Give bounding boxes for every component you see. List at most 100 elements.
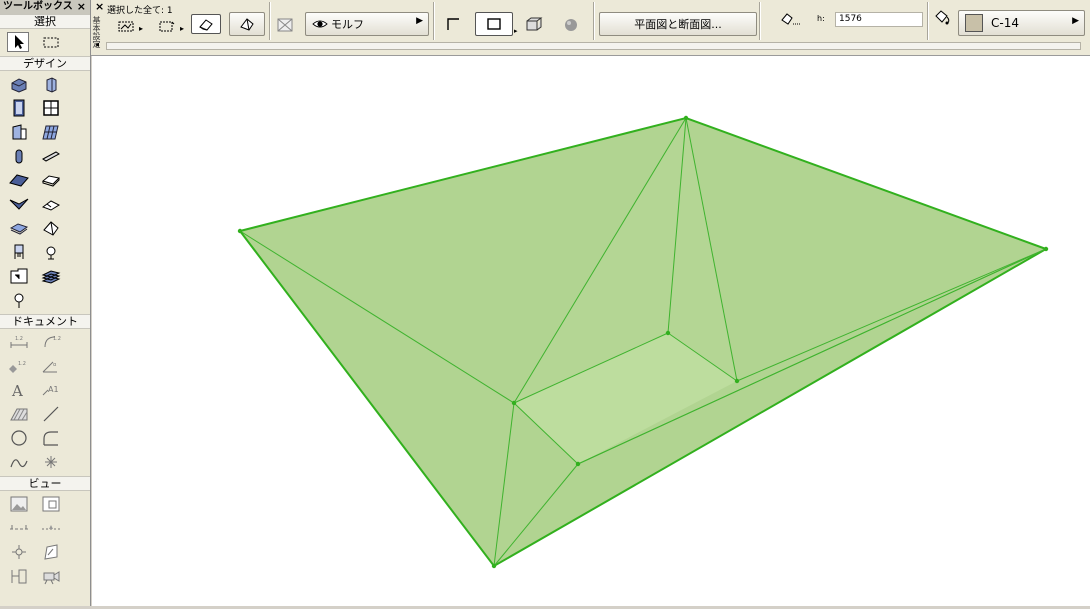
text-icon: A (11, 382, 23, 399)
box-3d-button[interactable] (523, 15, 545, 33)
toolbox-palette: ツールボックス × 選択 デザイン ドキュメント 1.2 1.2 1.2 α A… (0, 0, 91, 606)
svg-text:1.2: 1.2 (53, 336, 61, 342)
drawing-tool[interactable] (40, 494, 62, 514)
chair-icon (14, 244, 24, 259)
svg-text:1.2: 1.2 (15, 336, 23, 342)
zone-tool[interactable] (8, 266, 30, 286)
morph-layer-dropdown[interactable]: モルフ ▶ (305, 12, 429, 36)
morph-edit-mode-button[interactable] (191, 14, 221, 34)
stair-tool[interactable] (40, 194, 62, 214)
morph-vertex-handle[interactable] (237, 228, 243, 234)
slab-tool[interactable] (40, 170, 62, 190)
rectangle-icon (487, 18, 501, 30)
object-tool[interactable] (8, 122, 30, 142)
height-input[interactable]: 1576 (835, 12, 923, 27)
morph-3d-model[interactable] (92, 56, 1090, 606)
morph-settings-button[interactable] (229, 12, 265, 36)
text-tool[interactable]: A (8, 380, 30, 400)
label-icon: A1 (42, 385, 59, 396)
floor-plan-and-section-button[interactable]: 平面図と断面図... (599, 12, 757, 36)
column-cylinder-tool[interactable] (8, 146, 30, 166)
label-tool[interactable]: A1 (40, 380, 62, 400)
interior-elevation-tool[interactable] (8, 566, 30, 586)
eye-icon (312, 20, 328, 28)
beam-icon (42, 151, 60, 162)
figure-tool[interactable] (8, 494, 30, 514)
geometry-dropdown-arrow-icon[interactable]: ▸ (180, 24, 184, 33)
object-icon (12, 124, 27, 140)
window-tool[interactable] (40, 98, 62, 118)
stacked-slabs-icon (41, 270, 61, 284)
box-shape-button[interactable] (475, 12, 513, 36)
angle-dimension-tool[interactable]: α (40, 356, 62, 376)
layers-tool[interactable] (40, 266, 62, 286)
mesh-tool[interactable] (8, 218, 30, 238)
3d-view-canvas[interactable] (92, 56, 1090, 606)
shell-tool[interactable] (8, 194, 30, 214)
worksheet-tool[interactable] (40, 542, 62, 562)
level-dimension-tool[interactable]: 1.2 (8, 356, 30, 376)
camera-tool[interactable] (40, 566, 62, 586)
dropdown-arrow-icon: ▶ (416, 16, 423, 26)
box-shape-arrow-icon[interactable]: ▸ (514, 27, 518, 35)
geometry-method-button[interactable] (157, 18, 177, 34)
separator (593, 2, 595, 40)
angle-dimension-icon: α (42, 361, 57, 373)
morph-vertex-handle[interactable] (665, 330, 671, 336)
morph-vertex-handle[interactable] (734, 378, 740, 384)
spline-tool[interactable] (8, 452, 30, 472)
morph-vertex-handle[interactable] (575, 461, 581, 467)
elevation-tool[interactable] (40, 518, 62, 538)
dimension-tool[interactable]: 1.2 (8, 332, 30, 352)
separator (433, 2, 435, 40)
railing-tool[interactable] (8, 242, 30, 262)
morph-vertex-handle[interactable] (683, 115, 689, 121)
scroll-left-arrow-icon[interactable]: ◂ (95, 40, 99, 49)
marquee-tool[interactable] (40, 32, 62, 52)
morph-vertex-handle[interactable] (511, 400, 517, 406)
label-pin-tool[interactable] (8, 290, 30, 310)
material-override-button[interactable] (933, 8, 953, 26)
circle-tool[interactable] (8, 428, 30, 448)
polyline-tool[interactable] (40, 428, 62, 448)
selection-info-button[interactable] (117, 18, 137, 34)
radial-dimension-icon: 1.2 (44, 336, 61, 348)
elevation-anchor-button[interactable] (779, 10, 803, 28)
info-box-bar: × 基本設定 選択した全て: 1 ▸ ▸ モルフ ▶ ▸ 平面図と断面図... … (91, 0, 1090, 56)
arrow-pointer-icon (15, 35, 24, 49)
info-box-close-button[interactable]: × (95, 0, 104, 13)
line-tool[interactable] (40, 404, 62, 424)
height-label: h: (817, 14, 825, 23)
morph-vertex-handle[interactable] (491, 563, 497, 569)
morph-vertex-handle[interactable] (1043, 246, 1049, 252)
detail-tool[interactable] (8, 542, 30, 562)
curtain-wall-tool[interactable] (40, 122, 62, 142)
roof-tool[interactable] (8, 170, 30, 190)
no-ruler-button[interactable] (275, 16, 295, 34)
morph-tool[interactable] (40, 218, 62, 238)
beam-tool[interactable] (40, 146, 62, 166)
curtain-wall-icon (42, 125, 59, 140)
door-tool[interactable] (8, 98, 30, 118)
camera-icon (43, 571, 60, 585)
hotspot-tool[interactable] (40, 452, 62, 472)
info-box-scrollbar[interactable]: ◂ (95, 40, 1081, 50)
surface-material-dropdown[interactable]: C-14 ▶ (958, 10, 1085, 36)
edge-display-button[interactable] (445, 15, 463, 33)
separator (269, 2, 271, 40)
column-tool[interactable] (40, 74, 62, 94)
lamp-tool[interactable] (40, 242, 62, 262)
toolbox-close-button[interactable]: × (77, 0, 86, 14)
wall-tool[interactable] (8, 74, 30, 94)
circle-icon (11, 430, 27, 446)
smooth-shape-button[interactable] (561, 15, 581, 33)
fill-tool[interactable] (8, 404, 30, 424)
line-icon (43, 406, 59, 422)
selection-dropdown-arrow-icon[interactable]: ▸ (139, 24, 143, 33)
section-tool[interactable] (8, 518, 30, 538)
layer-dropdown-value: モルフ (331, 18, 364, 31)
radial-dimension-tool[interactable]: 1.2 (40, 332, 62, 352)
crossed-box-icon (277, 18, 293, 32)
marquee-icon (43, 37, 59, 48)
arrow-tool[interactable] (7, 32, 29, 52)
